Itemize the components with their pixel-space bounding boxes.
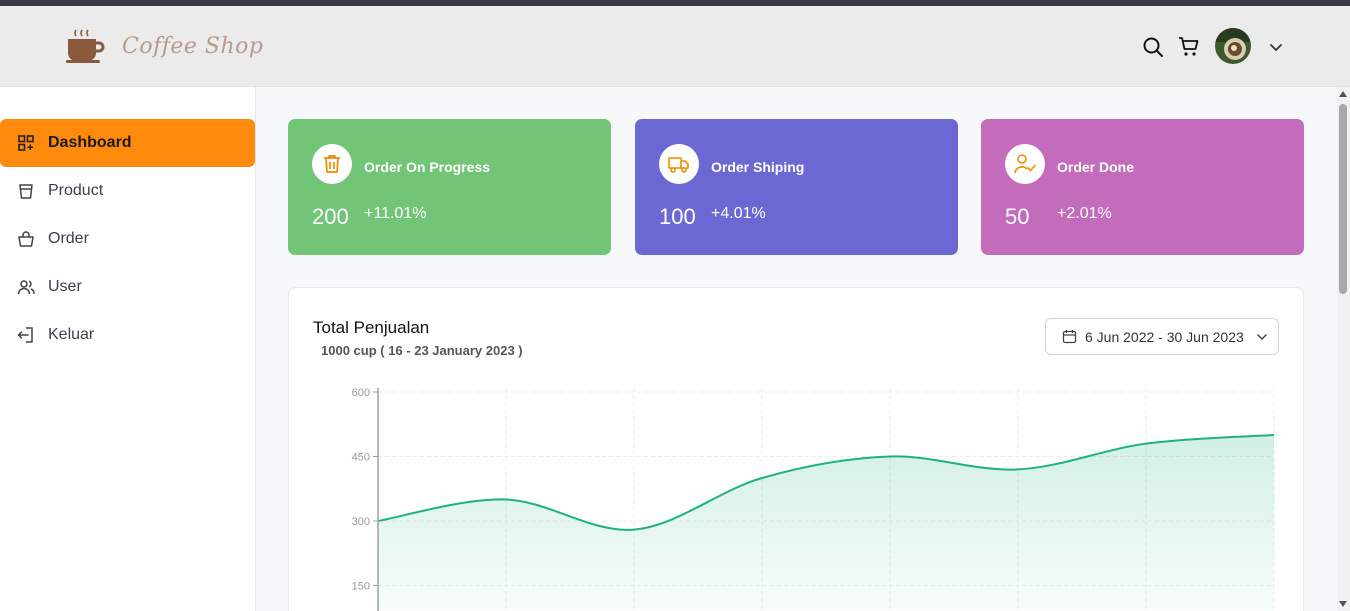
sidebar-item-keluar[interactable]: Keluar [0,311,255,359]
coffee-cup-logo-icon [66,29,105,63]
user-avatar[interactable] [1215,28,1251,64]
date-range-label: 6 Jun 2022 - 30 Jun 2023 [1085,328,1244,345]
order-progress-card: Order On Progress 200 +11.01% [288,119,611,255]
scroll-down-arrow[interactable] [1339,601,1347,607]
series-area [378,435,1274,611]
sidebar-item-label: Order [48,230,89,247]
card-title: Order Shiping [711,159,805,175]
scroll-up-arrow[interactable] [1339,91,1347,97]
card-value: 50 [1005,204,1030,229]
scrollbar[interactable] [1337,87,1350,611]
calendar-icon [1062,330,1077,344]
card-delta: +11.01% [364,205,427,222]
bag-icon [16,229,36,249]
y-tick-label: 450 [352,452,370,464]
chevron-down-icon [1257,333,1267,340]
card-delta: +4.01% [711,205,766,222]
logout-icon [16,325,36,345]
sidebar-item-product[interactable]: Product [0,167,255,215]
sidebar-item-label: Dashboard [48,134,132,151]
y-tick-label: 300 [352,516,370,528]
sales-chart: 600 450 300 150 [352,387,1275,611]
y-tick-label: 150 [352,581,370,593]
trash-icon [312,144,352,184]
chevron-down-icon[interactable] [1268,39,1284,55]
card-value: 200 [312,204,349,229]
card-title: Order Done [1057,159,1135,175]
y-tick-label: 600 [352,387,370,399]
sidebar-item-dashboard[interactable]: Dashboard [0,119,255,167]
card-title: Order On Progress [364,159,491,175]
scrollbar-thumb[interactable] [1339,104,1347,294]
user-check-icon [1005,144,1045,184]
sidebar: Dashboard Product Order User Keluar [0,87,256,611]
sidebar-item-order[interactable]: Order [0,215,255,263]
card-value: 100 [659,204,696,229]
logo-text: Coffee Shop [122,34,264,59]
sidebar-item-label: Product [48,182,104,199]
search-icon[interactable] [1142,36,1164,58]
users-icon [16,277,36,297]
header: Coffee Shop [0,6,1350,87]
cup-icon [16,181,36,201]
order-shipping-card: Order Shiping 100 +4.01% [635,119,958,255]
dashboard-icon [16,133,36,153]
cart-icon[interactable] [1178,36,1200,58]
sidebar-item-user[interactable]: User [0,263,255,311]
card-delta: +2.01% [1057,205,1112,222]
sales-subtitle: 1000 cup ( 16 - 23 January 2023 ) [321,343,523,358]
date-range-picker[interactable]: 6 Jun 2022 - 30 Jun 2023 [1045,318,1279,355]
order-done-card: Order Done 50 +2.01% [981,119,1304,255]
sidebar-item-label: Keluar [48,326,95,343]
sales-title: Total Penjualan [313,318,430,337]
sidebar-item-label: User [48,278,82,295]
truck-icon [659,144,699,184]
